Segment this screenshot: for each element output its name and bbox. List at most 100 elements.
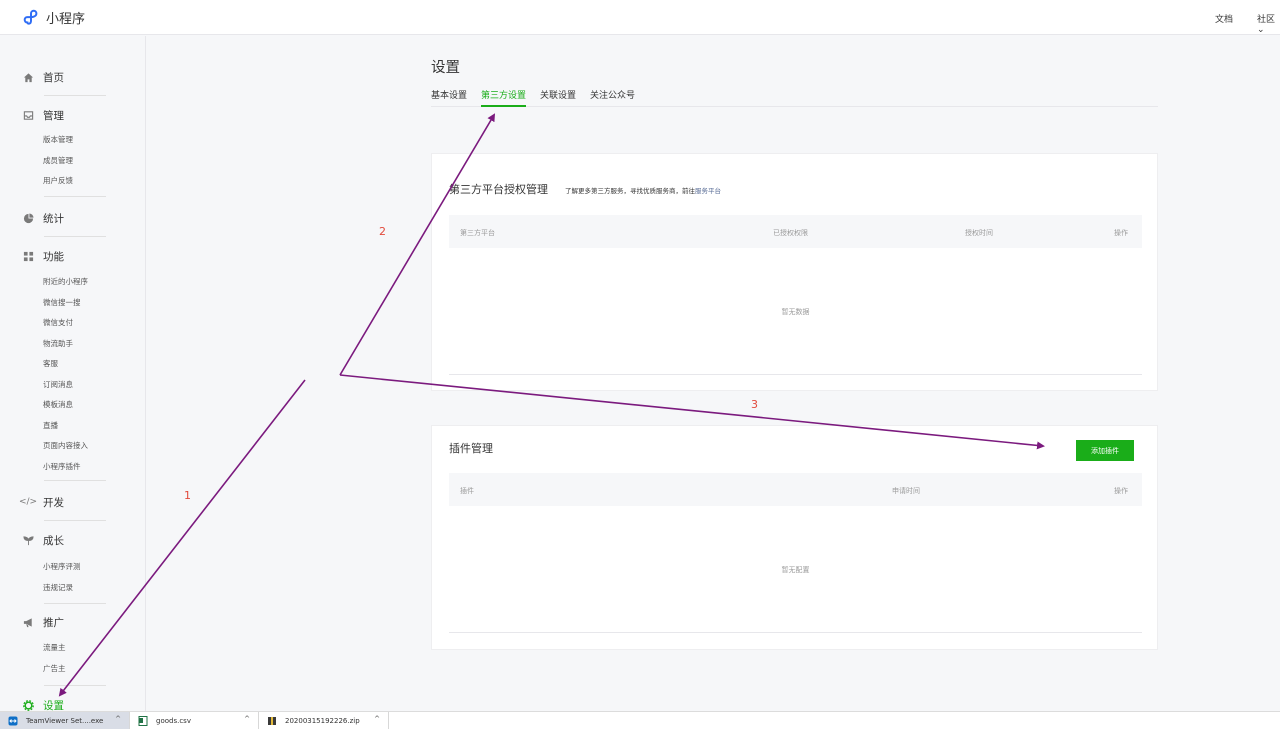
sidebar-item-features[interactable]: 功能 <box>22 248 106 264</box>
sidebar-item-publisher[interactable]: 流量主 <box>22 638 106 659</box>
mini-program-logo-icon <box>23 9 38 25</box>
sidebar-item-live[interactable]: 直播 <box>22 416 106 437</box>
sidebar-item-label: 成长 <box>43 534 64 547</box>
download-filename: goods.csv <box>156 717 191 725</box>
sidebar-item-label: 首页 <box>43 71 64 84</box>
chevron-up-icon[interactable]: ^ <box>115 715 121 723</box>
zip-file-icon <box>267 716 277 726</box>
third-party-description: 了解更多第三方服务，寻找优质服务商，前往服务平台 <box>565 187 721 195</box>
third-party-title: 第三方平台授权管理 <box>449 183 548 196</box>
sidebar-item-growth[interactable]: 成长 <box>22 532 106 548</box>
docs-link[interactable]: 文档 <box>1215 12 1233 25</box>
column-header: 操作 <box>1114 487 1128 495</box>
sidebar-item-dev[interactable]: </> 开发 <box>18 494 106 510</box>
column-header: 插件 <box>460 487 474 495</box>
sidebar-item-home[interactable]: 首页 <box>22 69 106 85</box>
sidebar-item-promo[interactable]: 推广 <box>22 614 106 630</box>
sidebar-item-advertiser[interactable]: 广告主 <box>22 659 106 680</box>
column-header: 第三方平台 <box>460 229 495 237</box>
sidebar-item-service[interactable]: 客服 <box>22 354 106 375</box>
add-plugin-button[interactable]: 添加插件 <box>1076 440 1134 461</box>
download-bar: TeamViewer Set....exe ^ goods.csv ^ 2020… <box>0 711 1280 729</box>
sidebar-item-label: 功能 <box>43 250 64 263</box>
code-icon: </> <box>18 497 38 507</box>
sidebar-item-stats[interactable]: 统计 <box>22 210 106 226</box>
plugin-table-header: 插件 申请时间 操作 <box>449 473 1142 506</box>
sidebar-divider <box>44 520 106 521</box>
sidebar-item-search[interactable]: 微信搜一搜 <box>22 293 106 314</box>
top-bar: 小程序 文档 社区⌄ <box>0 0 1280 35</box>
sidebar-item-label: 管理 <box>43 109 64 122</box>
megaphone-icon <box>22 616 34 628</box>
column-header: 申请时间 <box>892 487 920 495</box>
nav-group-growth: 成长 小程序评测 违规记录 <box>22 532 106 598</box>
inbox-icon <box>22 109 34 121</box>
annotation-number-2: 2 <box>379 225 386 238</box>
sidebar-item-label: 开发 <box>43 496 64 509</box>
sidebar-divider <box>44 685 106 686</box>
table-divider <box>449 632 1142 633</box>
column-header: 授权时间 <box>965 229 993 237</box>
sidebar-item-label: 推广 <box>43 616 64 629</box>
home-icon <box>22 71 34 83</box>
download-item[interactable]: goods.csv ^ <box>130 712 259 729</box>
sidebar: 首页 管理 版本管理 成员管理 用户反馈 统计 功能 附近的小程序 微信搜一搜 … <box>0 36 146 712</box>
column-header: 已授权权限 <box>773 229 808 237</box>
sidebar-divider <box>44 196 106 197</box>
csv-file-icon <box>138 716 148 726</box>
download-filename: TeamViewer Set....exe <box>26 717 104 725</box>
sidebar-item-version[interactable]: 版本管理 <box>22 130 106 151</box>
tab-follow-account[interactable]: 关注公众号 <box>590 88 635 107</box>
sidebar-item-label: 统计 <box>43 212 64 225</box>
sprout-icon <box>22 534 34 546</box>
sidebar-item-members[interactable]: 成员管理 <box>22 151 106 172</box>
sidebar-item-nearby[interactable]: 附近的小程序 <box>22 272 106 293</box>
tab-third-party[interactable]: 第三方设置 <box>481 88 527 107</box>
sidebar-item-violation[interactable]: 违规记录 <box>22 578 106 599</box>
sidebar-item-pay[interactable]: 微信支付 <box>22 313 106 334</box>
third-party-card: 第三方平台授权管理 了解更多第三方服务，寻找优质服务商，前往服务平台 第三方平台… <box>431 153 1158 391</box>
nav-group-features: 功能 附近的小程序 微信搜一搜 微信支付 物流助手 客服 订阅消息 模板消息 直… <box>22 248 106 477</box>
sidebar-item-logistics[interactable]: 物流助手 <box>22 334 106 355</box>
sidebar-item-plugins[interactable]: 小程序插件 <box>22 457 106 478</box>
page-title: 设置 <box>431 60 460 76</box>
sidebar-item-review[interactable]: 小程序评测 <box>22 557 106 578</box>
sidebar-divider <box>44 603 106 604</box>
chevron-down-icon: ⌄ <box>1257 25 1265 35</box>
column-header: 操作 <box>1114 229 1128 237</box>
plugin-card: 插件管理 添加插件 插件 申请时间 操作 暂无配置 <box>431 425 1158 650</box>
third-party-table-header: 第三方平台 已授权权限 授权时间 操作 <box>449 215 1142 248</box>
chevron-up-icon[interactable]: ^ <box>374 715 380 723</box>
grid-icon <box>22 250 34 262</box>
table-divider <box>449 374 1142 375</box>
annotation-number-1: 1 <box>184 489 191 502</box>
chevron-up-icon[interactable]: ^ <box>244 715 250 723</box>
download-item[interactable]: TeamViewer Set....exe ^ <box>0 712 130 729</box>
teamviewer-icon <box>8 716 18 726</box>
sidebar-divider <box>44 236 106 237</box>
service-platform-link[interactable]: 服务平台 <box>695 187 721 195</box>
sidebar-item-manage[interactable]: 管理 <box>22 107 106 123</box>
gear-icon <box>22 699 34 711</box>
download-item[interactable]: 20200315192226.zip ^ <box>259 712 389 729</box>
sidebar-item-content[interactable]: 页面内容接入 <box>22 436 106 457</box>
sidebar-item-template[interactable]: 模板消息 <box>22 395 106 416</box>
settings-tabs: 基本设置 第三方设置 关联设置 关注公众号 <box>431 88 1158 107</box>
sidebar-divider <box>44 480 106 481</box>
download-filename: 20200315192226.zip <box>285 717 360 725</box>
sidebar-item-feedback[interactable]: 用户反馈 <box>22 171 106 192</box>
nav-group-stats: 统计 <box>22 210 106 226</box>
tab-association[interactable]: 关联设置 <box>540 88 576 107</box>
community-link[interactable]: 社区⌄ <box>1257 12 1280 35</box>
nav-group-home: 首页 <box>22 69 106 85</box>
sidebar-item-subscribe[interactable]: 订阅消息 <box>22 375 106 396</box>
tab-basic[interactable]: 基本设置 <box>431 88 467 107</box>
logo[interactable]: 小程序 <box>22 8 85 27</box>
nav-group-dev: </> 开发 <box>18 494 106 510</box>
nav-group-promo: 推广 流量主 广告主 <box>22 614 106 679</box>
pie-chart-icon <box>22 212 34 224</box>
nav-group-manage: 管理 版本管理 成员管理 用户反馈 <box>22 107 106 192</box>
empty-state-text: 暂无配置 <box>781 566 810 574</box>
plugin-title: 插件管理 <box>449 442 493 455</box>
annotation-number-3: 3 <box>751 398 758 411</box>
